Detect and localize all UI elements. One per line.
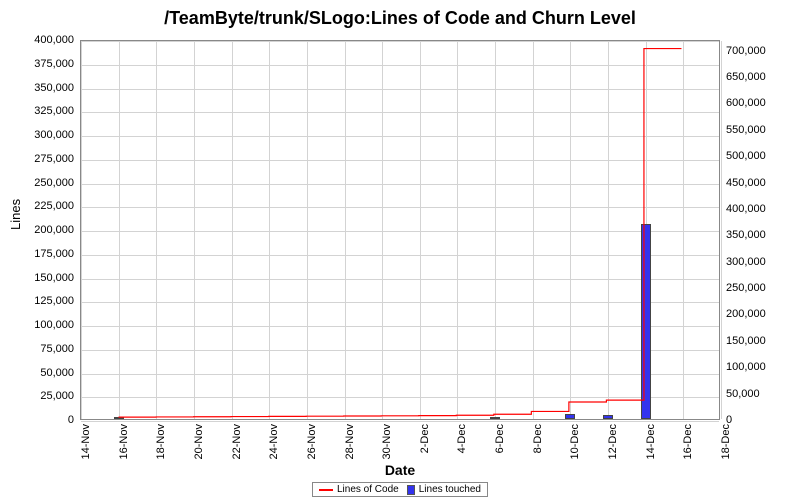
y-right-tick: 700,000 (726, 45, 766, 57)
bar (603, 415, 613, 419)
legend-bar-icon (407, 485, 415, 495)
y-right-tick: 650,000 (726, 71, 766, 83)
x-tick: 8-Dec (532, 424, 544, 453)
y-left-tick: 375,000 (34, 58, 74, 70)
legend-label: Lines of Code (337, 484, 399, 495)
y-axis-left-label: Lines (8, 199, 23, 230)
bar (641, 224, 651, 419)
y-right-tick: 50,000 (726, 388, 760, 400)
y-left-tick: 0 (68, 414, 74, 426)
y-right-tick: 500,000 (726, 150, 766, 162)
x-tick: 2-Dec (419, 424, 431, 453)
x-axis-label: Date (80, 462, 720, 478)
x-tick: 26-Nov (306, 424, 318, 459)
y-left-tick: 250,000 (34, 177, 74, 189)
y-left-tick: 325,000 (34, 105, 74, 117)
y-left-tick: 100,000 (34, 319, 74, 331)
y-left-tick: 400,000 (34, 34, 74, 46)
y-left-tick: 150,000 (34, 272, 74, 284)
line-series (81, 41, 719, 419)
x-tick: 14-Nov (80, 424, 92, 459)
y-axis-left: 025,00050,00075,000100,000125,000150,000… (0, 40, 78, 420)
y-left-tick: 225,000 (34, 200, 74, 212)
y-right-tick: 550,000 (726, 124, 766, 136)
x-tick: 16-Dec (682, 424, 694, 459)
y-left-tick: 25,000 (40, 390, 74, 402)
x-tick: 6-Dec (494, 424, 506, 453)
y-right-tick: 200,000 (726, 308, 766, 320)
x-tick: 22-Nov (231, 424, 243, 459)
y-right-tick: 150,000 (726, 335, 766, 347)
legend-item-lines-of-code: Lines of Code (319, 484, 399, 495)
x-tick: 24-Nov (268, 424, 280, 459)
legend-label: Lines touched (419, 484, 481, 495)
y-right-tick: 100,000 (726, 361, 766, 373)
x-tick: 28-Nov (344, 424, 356, 459)
x-tick: 16-Nov (118, 424, 130, 459)
y-left-tick: 75,000 (40, 343, 74, 355)
y-right-tick: 400,000 (726, 203, 766, 215)
y-right-tick: 350,000 (726, 229, 766, 241)
x-tick: 12-Dec (607, 424, 619, 459)
x-tick: 30-Nov (381, 424, 393, 459)
bar (114, 417, 124, 419)
legend-item-lines-touched: Lines touched (407, 484, 481, 495)
x-tick: 18-Dec (720, 424, 732, 459)
x-tick: 4-Dec (456, 424, 468, 453)
legend: Lines of Code Lines touched (312, 482, 488, 497)
chart-container: /TeamByte/trunk/SLogo:Lines of Code and … (0, 0, 800, 500)
legend-line-icon (319, 489, 333, 491)
x-tick: 14-Dec (645, 424, 657, 459)
y-left-tick: 275,000 (34, 153, 74, 165)
y-left-tick: 200,000 (34, 224, 74, 236)
y-right-tick: 450,000 (726, 177, 766, 189)
y-left-tick: 50,000 (40, 367, 74, 379)
x-tick: 20-Nov (193, 424, 205, 459)
y-right-tick: 300,000 (726, 256, 766, 268)
bar (565, 414, 575, 419)
x-tick: 18-Nov (155, 424, 167, 459)
y-left-tick: 125,000 (34, 295, 74, 307)
y-left-tick: 175,000 (34, 248, 74, 260)
y-right-tick: 250,000 (726, 282, 766, 294)
chart-title: /TeamByte/trunk/SLogo:Lines of Code and … (0, 0, 800, 29)
bar (490, 417, 500, 419)
y-left-tick: 350,000 (34, 82, 74, 94)
x-tick: 10-Dec (569, 424, 581, 459)
y-left-tick: 300,000 (34, 129, 74, 141)
plot-area (80, 40, 720, 420)
y-right-tick: 600,000 (726, 97, 766, 109)
y-axis-right: 050,000100,000150,000200,000250,000300,0… (722, 40, 800, 420)
